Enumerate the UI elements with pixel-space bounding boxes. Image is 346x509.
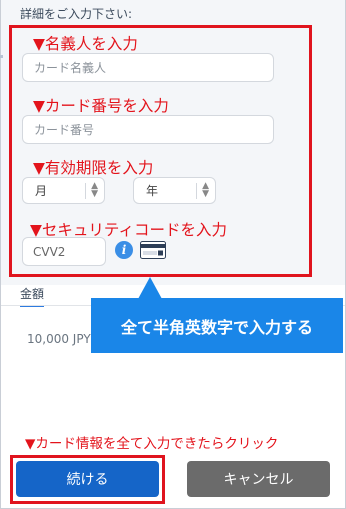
cardholder-annotation: ▼名義人を入力 — [33, 35, 138, 53]
up-down-arrows-icon: ▲ ▼ — [202, 181, 209, 199]
expiry-month-value: 月 — [35, 184, 48, 198]
cancel-button[interactable]: キャンセル — [187, 461, 330, 497]
amount-value: 10,000 JPY — [27, 332, 91, 346]
tooltip-pointer — [138, 277, 162, 299]
expiry-year-select[interactable]: 年 ▲ ▼ — [133, 177, 216, 204]
expiry-annotation: ▼有効期限を入力 — [33, 159, 154, 177]
select-separator — [196, 183, 197, 199]
cvv-input[interactable]: CVV2 — [22, 237, 106, 266]
scroll-marker — [0, 55, 3, 58]
card-back-icon — [140, 241, 166, 263]
card-number-input[interactable]: カード番号 — [22, 115, 274, 144]
continue-button[interactable]: 続ける — [16, 461, 159, 497]
up-down-arrows-icon: ▲ ▼ — [91, 181, 98, 199]
form-header: 詳細をご入力下さい: — [20, 7, 133, 21]
expiry-month-select[interactable]: 月 ▲ ▼ — [22, 177, 105, 204]
expiry-year-value: 年 — [146, 184, 159, 198]
halfwidth-tooltip: 全て半角英数字で入力する — [91, 298, 343, 353]
amount-tab[interactable]: 金額 — [20, 285, 45, 307]
cardholder-input[interactable]: カード名義人 — [22, 53, 274, 82]
click-instruction-annotation: ▼カード情報を全て入力できたらクリック — [25, 436, 279, 452]
info-icon[interactable]: i — [115, 241, 133, 259]
card-number-annotation: ▼カード番号を入力 — [33, 97, 169, 115]
select-separator — [85, 183, 86, 199]
